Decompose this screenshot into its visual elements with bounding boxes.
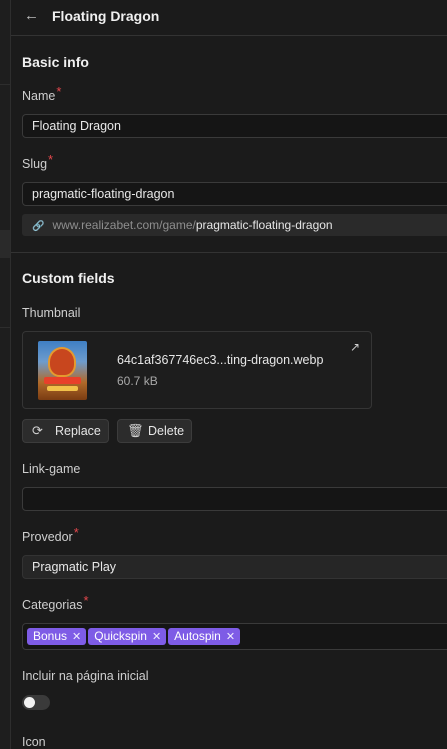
custom-fields-heading: Custom fields xyxy=(22,270,115,286)
incluir-label: Incluir na página inicial xyxy=(22,669,149,683)
edit-panel: ← Floating Dragon Basic info Name* Float… xyxy=(10,0,447,749)
basic-info-heading: Basic info xyxy=(22,54,89,70)
link-icon: 🔗 xyxy=(32,221,45,232)
tag-bonus: Bonus ✕ xyxy=(27,628,87,645)
icon-label: Icon xyxy=(22,735,46,749)
file-name: 64c1af367746ec3...ting-dragon.webp xyxy=(117,353,324,367)
remove-tag-icon[interactable]: ✕ xyxy=(226,631,235,643)
dragon-art xyxy=(50,349,74,375)
thumbnail-label: Thumbnail xyxy=(22,306,81,320)
trash-icon: 🗑 xyxy=(127,423,144,438)
replace-label: Replace xyxy=(55,424,101,438)
url-preview: 🔗 www.realizabet.com/game/pragmatic-float… xyxy=(22,214,447,236)
link-game-label: Link-game xyxy=(22,462,81,476)
logo-art xyxy=(44,377,81,384)
slug-input[interactable]: pragmatic-floating-dragon xyxy=(22,182,447,206)
page: ← Floating Dragon Basic info Name* Float… xyxy=(0,0,447,749)
delete-label: Delete xyxy=(148,424,185,438)
delete-button[interactable]: 🗑 Delete xyxy=(117,419,192,443)
page-title: Floating Dragon xyxy=(52,8,160,24)
thumbnail-card: 64c1af367746ec3...ting-dragon.webp 60.7 … xyxy=(22,331,372,409)
name-label: Name* xyxy=(22,84,62,103)
tag-quickspin: Quickspin ✕ xyxy=(88,628,167,645)
url-base: www.realizabet.com/game/ xyxy=(52,218,196,232)
remove-tag-icon[interactable]: ✕ xyxy=(152,631,161,643)
required-asterisk: * xyxy=(73,525,79,540)
replace-button[interactable]: ⟳ Replace xyxy=(22,419,109,443)
required-asterisk: * xyxy=(83,593,89,608)
external-link-icon[interactable]: ↗ xyxy=(350,340,360,354)
logo-art xyxy=(47,386,78,391)
sidebar-divider xyxy=(0,84,10,85)
background-sidebar xyxy=(0,0,10,749)
slug-label: Slug* xyxy=(22,152,54,171)
toggle-knob xyxy=(24,697,35,708)
categorias-label: Categorias* xyxy=(22,593,89,612)
panel-header: ← Floating Dragon xyxy=(11,0,447,36)
sidebar-highlight xyxy=(0,230,10,258)
required-asterisk: * xyxy=(48,152,54,167)
categorias-multiselect[interactable]: Bonus ✕ Quickspin ✕ Autospin ✕ xyxy=(22,623,447,650)
name-input[interactable]: Floating Dragon xyxy=(22,114,447,138)
provedor-label: Provedor* xyxy=(22,525,79,544)
provedor-select[interactable]: Pragmatic Play xyxy=(22,555,447,579)
tag-autospin: Autospin ✕ xyxy=(168,628,241,645)
file-size: 60.7 kB xyxy=(117,374,158,388)
link-game-input[interactable] xyxy=(22,487,447,511)
incluir-toggle[interactable] xyxy=(22,695,50,710)
remove-tag-icon[interactable]: ✕ xyxy=(72,631,81,643)
sidebar-divider xyxy=(0,327,10,328)
refresh-icon: ⟳ xyxy=(32,423,43,438)
required-asterisk: * xyxy=(56,84,62,99)
section-divider xyxy=(11,252,447,253)
url-slug: pragmatic-floating-dragon xyxy=(195,218,333,232)
back-arrow-icon[interactable]: ← xyxy=(24,6,42,26)
thumbnail-image[interactable] xyxy=(38,341,87,400)
